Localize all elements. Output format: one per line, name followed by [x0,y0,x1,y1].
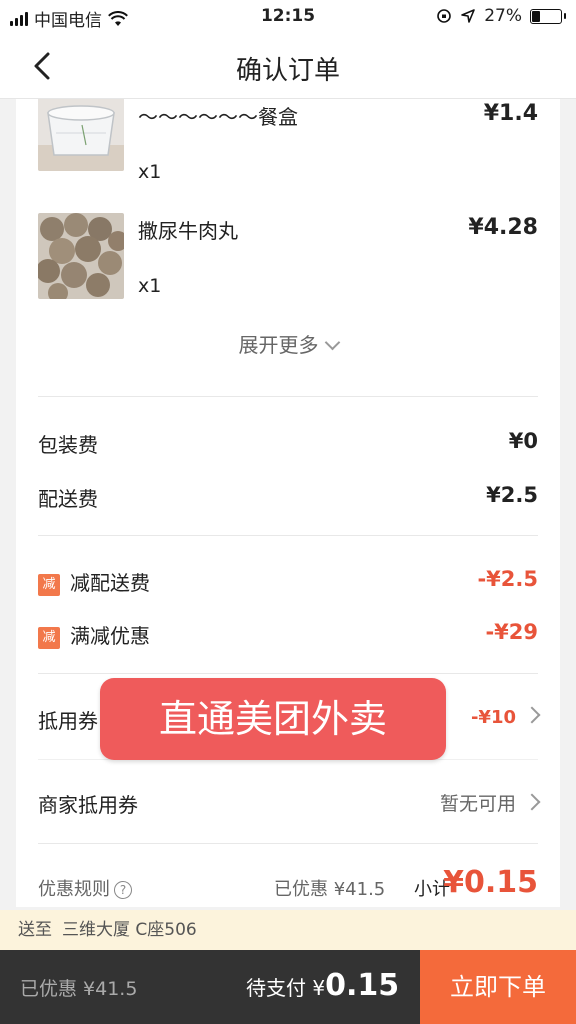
container-image [38,99,124,171]
order-summary: 优惠规则? 已优惠 ¥41.5 小计 ¥0.15 [38,865,538,903]
order-item: 撒尿牛肉丸 x1 ¥4.28 [16,213,560,313]
coupon-value: -¥10 [470,707,516,728]
item-qty: x1 [138,161,162,183]
discounted-amount: 已优惠 ¥41.5 [274,879,386,900]
delivery-address-bar: 送至 三维大厦 C座506 [0,910,576,950]
merchant-coupon-row[interactable]: 商家抵用券 暂无可用 [38,789,541,819]
checkout-bar: 已优惠 ¥41.5 待支付 ¥0.15 立即下单 [0,950,576,1024]
payable-value: 0.15 [325,968,400,1003]
chevron-down-icon [324,334,340,351]
divider [38,843,538,844]
item-price: ¥1.4 [483,101,538,126]
discount-badge: 减 [38,627,60,649]
orientation-lock-icon [437,9,452,23]
status-bar: 中国电信 12:15 27% [0,0,576,34]
discount-label: 减配送费 [70,571,150,595]
place-order-button[interactable]: 立即下单 [420,950,576,1024]
fee-value: ¥0 [508,429,538,453]
payable-label: 待支付 ¥ [246,976,326,1000]
saved-amount: 已优惠 ¥41.5 [20,978,138,1000]
discount-row: 减减配送费 -¥2.5 [38,567,538,597]
beef-balls-image [38,213,124,299]
address-text: 三维大厦 C座506 [62,920,197,940]
divider [38,673,538,674]
location-icon [461,9,476,23]
subtotal-value: ¥0.15 [443,865,538,900]
nav-bar: 确认订单 [0,34,576,99]
merchant-coupon-value: 暂无可用 [439,793,516,815]
discount-row: 减满减优惠 -¥29 [38,620,538,650]
battery-percent: 27% [484,6,522,26]
item-qty: x1 [138,275,162,297]
promo-banner[interactable]: 直通美团外卖 [100,678,446,760]
expand-more-button[interactable]: 展开更多 [16,329,560,358]
payable-amount: 待支付 ¥0.15 [246,968,399,1003]
merchant-coupon-label: 商家抵用券 [38,793,138,817]
address-prefix: 送至 [18,920,52,940]
chevron-right-icon [523,793,541,811]
fee-label: 配送费 [38,487,98,511]
coupon-label: 抵用券 [38,709,98,733]
fee-value: ¥2.5 [486,483,538,507]
divider [38,535,538,536]
discount-badge: 减 [38,574,60,596]
discount-value: -¥2.5 [477,567,538,591]
discount-label: 满减优惠 [70,624,150,648]
delivery-fee-row: 配送费 ¥2.5 [38,483,538,513]
packing-fee-row: 包装费 ¥0 [38,429,538,459]
order-card: ～～～～～～餐盒 x1 ¥1.4 撒尿牛肉丸 x1 ¥4.28 展开更多 包装费… [16,99,560,907]
divider [38,396,538,397]
discount-rules-link[interactable]: 优惠规则? [38,875,132,901]
order-item: ～～～～～～餐盒 x1 ¥1.4 [16,99,560,199]
status-right: 27% [436,6,566,26]
help-icon: ? [114,881,132,899]
fee-label: 包装费 [38,433,98,457]
item-name: 撒尿牛肉丸 [138,219,238,243]
page-title: 确认订单 [235,56,340,86]
item-price: ¥4.28 [468,215,538,240]
discount-value: -¥29 [485,620,538,644]
chevron-right-icon [523,706,541,724]
battery-icon [530,8,566,24]
expand-more-label: 展开更多 [238,333,319,357]
item-name: ～～～～～～餐盒 [138,105,298,129]
